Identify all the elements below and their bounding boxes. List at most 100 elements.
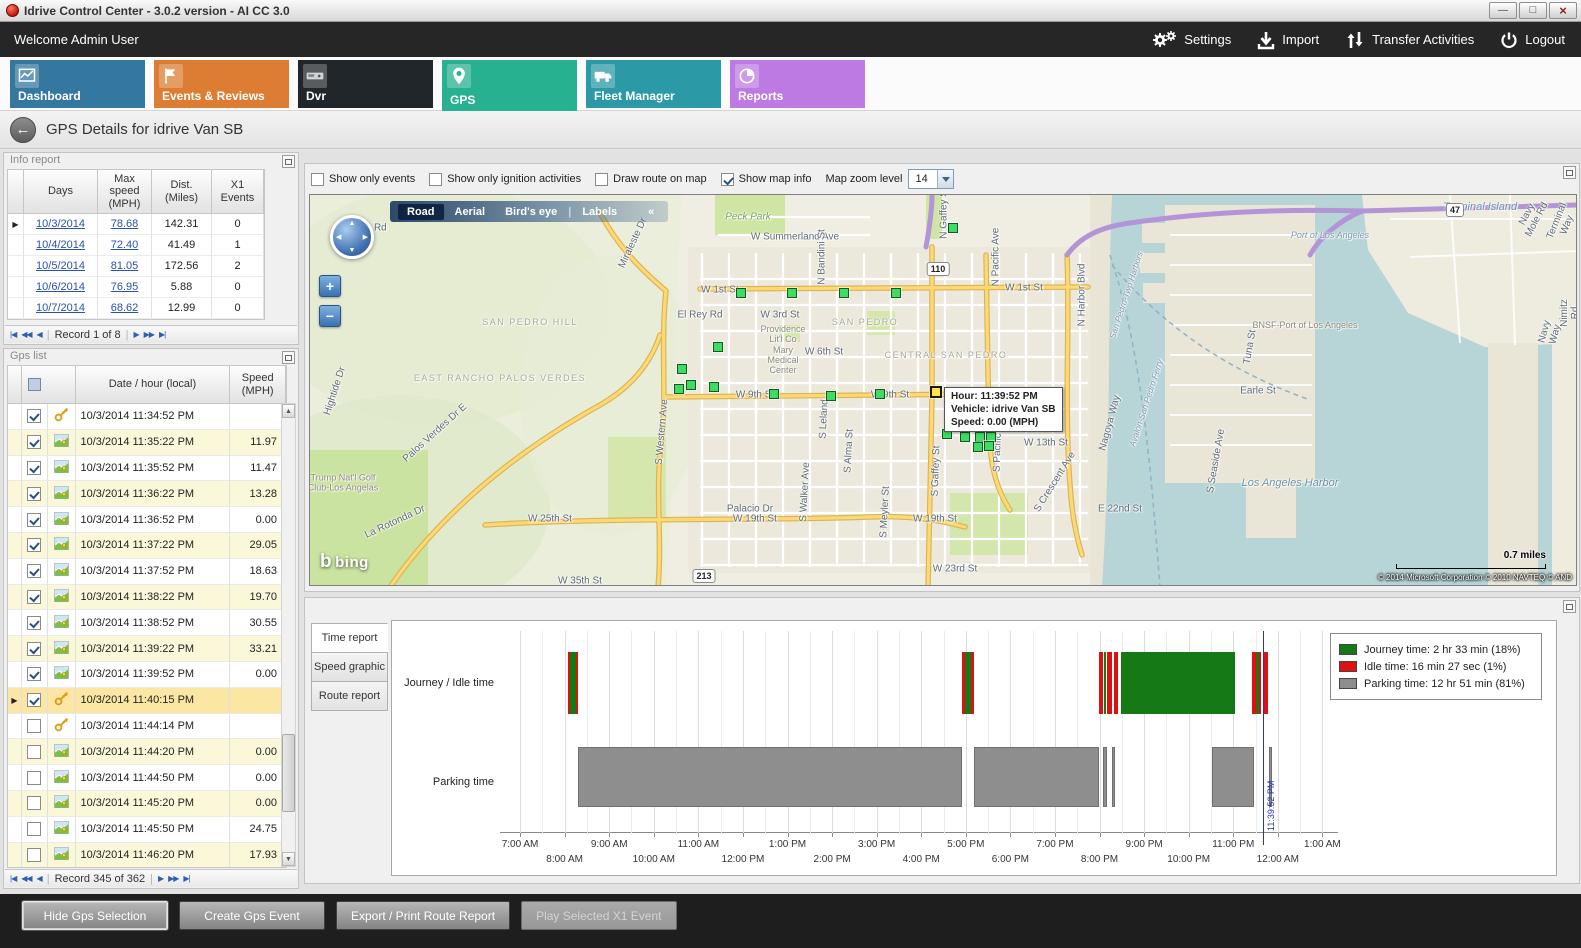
gps-list-expand-button[interactable]	[282, 351, 295, 364]
gps-row[interactable]: 10/3/2014 11:46:20 PM17.93	[8, 843, 286, 868]
map-compass-control[interactable]: ▲ ▼ ◀ ▶	[330, 215, 374, 259]
gps-row[interactable]: 10/3/2014 11:38:22 PM19.70	[8, 585, 286, 611]
max-speed-link[interactable]: 78.68	[111, 218, 139, 230]
max-speed-cell[interactable]: 81.05	[98, 256, 152, 277]
max-speed-cell[interactable]: 78.68	[98, 214, 152, 235]
max-speed-link[interactable]: 76.95	[111, 281, 139, 293]
gps-marker[interactable]	[960, 432, 970, 442]
pan-right-icon[interactable]: ▶	[363, 233, 368, 241]
day-link[interactable]: 10/5/2014	[36, 260, 85, 272]
row-checkbox[interactable]	[27, 435, 41, 449]
checkbox-cell[interactable]	[22, 843, 48, 868]
map-panel-expand-button[interactable]	[1563, 166, 1576, 179]
pager-first-icon[interactable]: |◀	[10, 874, 16, 883]
tab-dashboard[interactable]: Dashboard	[10, 60, 145, 108]
day-cell[interactable]: 10/3/2014	[24, 214, 98, 235]
info-report-expand-button[interactable]	[282, 155, 295, 168]
tab-gps[interactable]: GPS	[442, 60, 577, 112]
gps-row[interactable]: 10/3/2014 11:37:22 PM29.05	[8, 533, 286, 559]
max-speed-cell[interactable]: 76.95	[98, 277, 152, 298]
checkbox-cell[interactable]	[22, 739, 48, 765]
gps-marker[interactable]	[839, 288, 849, 298]
scroll-down-icon[interactable]: ▼	[282, 852, 295, 866]
map[interactable]: Peck ParkCrest RdW Summerland AveMirales…	[309, 194, 1577, 586]
row-checkbox[interactable]	[27, 487, 41, 501]
day-link[interactable]: 10/3/2014	[36, 218, 85, 230]
gps-marker[interactable]	[686, 380, 696, 390]
import-button[interactable]: Import	[1257, 30, 1319, 50]
row-checkbox[interactable]	[27, 564, 41, 578]
row-checkbox[interactable]	[27, 822, 41, 836]
table-row[interactable]: ▶10/3/201478.68142.310	[8, 214, 264, 235]
checkbox-cell[interactable]	[22, 636, 48, 662]
gps-row[interactable]: 10/3/2014 11:34:52 PM	[8, 404, 286, 430]
table-row[interactable]: 10/7/201468.6212.990	[8, 298, 264, 319]
day-link[interactable]: 10/4/2014	[36, 239, 85, 251]
map-option-show-map-info[interactable]: Show map info	[721, 173, 812, 186]
row-checkbox[interactable]	[27, 538, 41, 552]
report-tab-route-report[interactable]: Route report	[311, 681, 388, 711]
tab-events-reviews[interactable]: Events & Reviews	[154, 60, 289, 108]
max-speed-cell[interactable]: 68.62	[98, 298, 152, 319]
map-view-road[interactable]: Road	[398, 204, 444, 220]
gps-row[interactable]: 10/3/2014 11:35:52 PM11.47	[8, 456, 286, 482]
checkbox-cell[interactable]	[22, 430, 48, 456]
create-gps-event-button[interactable]: Create Gps Event	[179, 901, 325, 930]
zoom-in-button[interactable]: +	[319, 275, 341, 297]
row-checkbox[interactable]	[27, 590, 41, 604]
day-cell[interactable]: 10/7/2014	[24, 298, 98, 319]
tab-fleet-manager[interactable]: Fleet Manager	[586, 60, 721, 108]
close-button[interactable]	[1549, 2, 1577, 19]
gps-marker[interactable]	[709, 382, 719, 392]
row-checkbox[interactable]	[27, 616, 41, 630]
selected-gps-marker[interactable]	[930, 386, 942, 398]
transfer-activities-button[interactable]: Transfer Activities	[1345, 30, 1474, 50]
pan-up-icon[interactable]: ▲	[349, 220, 356, 227]
checkbox[interactable]	[311, 173, 324, 186]
pager-first-icon[interactable]: |◀	[10, 330, 16, 339]
max-speed-link[interactable]: 72.40	[111, 239, 139, 251]
gps-row[interactable]: 10/3/2014 11:35:22 PM11.97	[8, 430, 286, 456]
row-checkbox[interactable]	[27, 667, 41, 681]
checkbox-cell[interactable]	[22, 456, 48, 482]
checkbox-cell[interactable]	[22, 610, 48, 636]
export-print-route-report-button[interactable]: Export / Print Route Report	[336, 901, 510, 930]
gps-marker[interactable]	[736, 288, 746, 298]
checkbox-cell[interactable]	[22, 791, 48, 817]
gps-marker[interactable]	[875, 389, 885, 399]
back-button[interactable]	[10, 117, 36, 143]
hide-gps-selection-button[interactable]: Hide Gps Selection	[22, 901, 168, 930]
day-cell[interactable]: 10/6/2014	[24, 277, 98, 298]
checkbox-cell[interactable]	[22, 765, 48, 791]
checkbox-cell[interactable]	[22, 585, 48, 611]
zoom-level-select[interactable]: 14	[908, 169, 954, 189]
select-all-icon[interactable]	[28, 378, 41, 391]
gps-row[interactable]: 10/3/2014 11:36:52 PM0.00	[8, 507, 286, 533]
row-checkbox[interactable]	[27, 719, 41, 733]
pager-next-page-icon[interactable]: ▶▶	[144, 330, 154, 339]
pager-prev-icon[interactable]: ◀	[37, 874, 42, 883]
max-speed-link[interactable]: 81.05	[111, 260, 139, 272]
gps-marker[interactable]	[674, 384, 684, 394]
checkbox-cell[interactable]	[22, 559, 48, 585]
checkbox-cell[interactable]	[22, 507, 48, 533]
checkbox-cell[interactable]	[22, 714, 48, 740]
gps-row[interactable]: 10/3/2014 11:37:52 PM18.63	[8, 559, 286, 585]
gps-row[interactable]: 10/3/2014 11:45:20 PM0.00	[8, 791, 286, 817]
row-checkbox[interactable]	[27, 796, 41, 810]
gps-row[interactable]: 10/3/2014 11:44:14 PM	[8, 714, 286, 740]
day-link[interactable]: 10/7/2014	[36, 302, 85, 314]
row-checkbox[interactable]	[27, 409, 41, 423]
gps-marker[interactable]	[826, 391, 836, 401]
table-row[interactable]: 10/4/201472.4041.491	[8, 235, 264, 256]
pager-last-icon[interactable]: ▶|	[183, 874, 189, 883]
row-checkbox[interactable]	[27, 848, 41, 862]
gps-list-scrollbar[interactable]: ▲ ▼	[281, 403, 296, 867]
checkbox-cell[interactable]	[22, 688, 48, 714]
checkbox-cell[interactable]	[22, 662, 48, 688]
chart-panel-expand-button[interactable]	[1563, 600, 1576, 613]
row-checkbox[interactable]	[27, 513, 41, 527]
checkbox-cell[interactable]	[22, 817, 48, 843]
table-row[interactable]: 10/5/201481.05172.562	[8, 256, 264, 277]
checkbox[interactable]	[595, 173, 608, 186]
